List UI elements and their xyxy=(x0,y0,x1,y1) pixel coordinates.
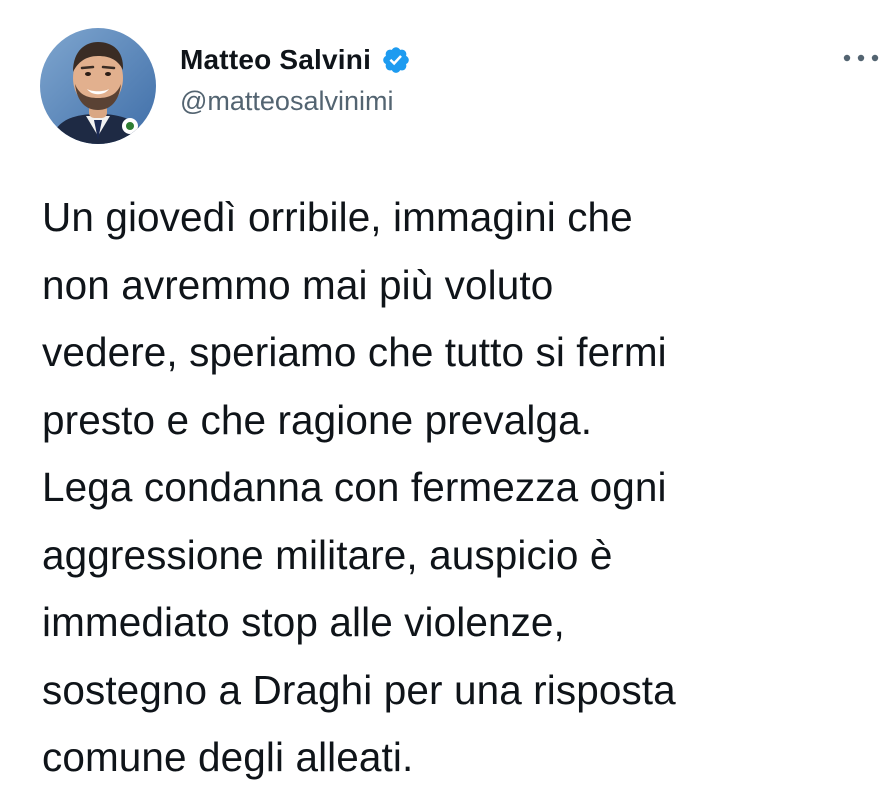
tweet-card: Matteo Salvini @matteosalvinimi Un giove… xyxy=(0,0,892,800)
author-display-name[interactable]: Matteo Salvini xyxy=(180,44,371,76)
tweet-text-line: comune degli alleati. xyxy=(42,734,414,780)
more-options-button[interactable] xyxy=(838,42,884,74)
avatar[interactable] xyxy=(40,28,156,144)
author-name-row: Matteo Salvini xyxy=(180,40,411,80)
tweet-text-line: Un giovedì orribile, immagini che xyxy=(42,194,633,240)
tweet-text-line: Lega condanna con fermezza ogni xyxy=(42,464,667,510)
tweet-text-line: sostegno a Draghi per una risposta xyxy=(42,666,676,713)
tweet-text: Un giovedì orribile, immagini che non av… xyxy=(42,184,887,792)
tweet-text-line: non avremmo mai più voluto xyxy=(42,261,554,308)
tweet-text-line: aggressione militare, auspicio è xyxy=(42,531,613,578)
tweet-text-line: vedere, speriamo che tutto si fermi xyxy=(42,329,667,375)
tweet-text-line: immediato stop alle violenze, xyxy=(42,599,565,645)
tweet-text-line: presto e che ragione prevalga. xyxy=(42,396,593,443)
profile-photo-icon xyxy=(40,28,156,144)
more-horizontal-icon xyxy=(843,54,879,62)
verified-badge-icon xyxy=(381,45,411,75)
author-handle[interactable]: @matteosalvinimi xyxy=(180,86,393,117)
